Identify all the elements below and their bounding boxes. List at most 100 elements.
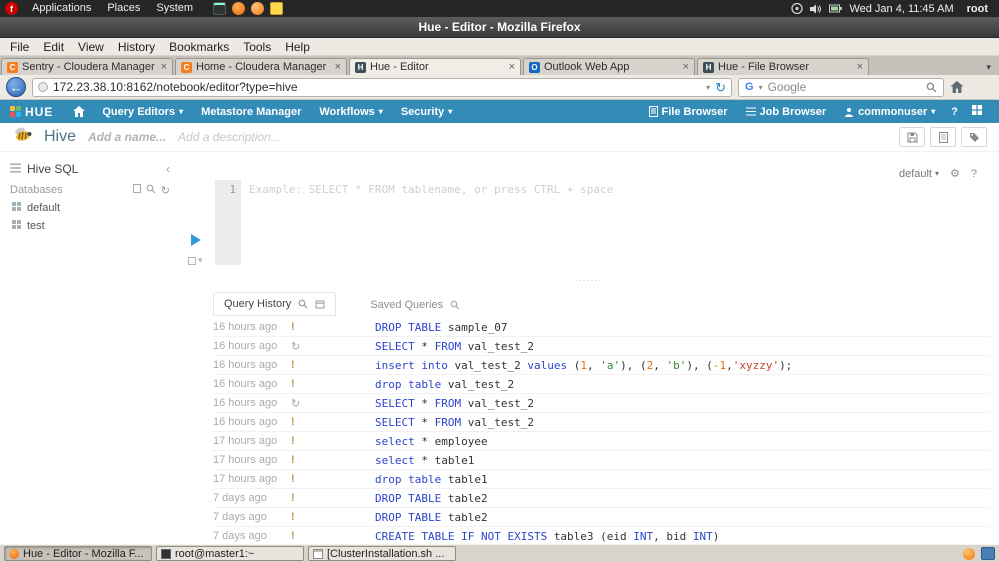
tab-query-history[interactable]: Query History bbox=[213, 292, 336, 316]
history-query[interactable]: DROP TABLE sample_07 bbox=[375, 321, 507, 334]
notification-icon[interactable] bbox=[963, 548, 975, 560]
hue-nav-file-browser[interactable]: File Browser bbox=[640, 106, 737, 118]
menu-edit[interactable]: Edit bbox=[36, 40, 71, 54]
menu-history[interactable]: History bbox=[111, 40, 162, 54]
history-row[interactable]: 16 hours ago↻SELECT * FROM val_test_2 bbox=[213, 394, 990, 413]
history-query[interactable]: DROP TABLE table2 bbox=[375, 492, 488, 505]
history-row[interactable]: 16 hours ago!insert into val_test_2 valu… bbox=[213, 356, 990, 375]
package-launcher-icon[interactable] bbox=[251, 2, 264, 15]
history-query[interactable]: SELECT * FROM val_test_2 bbox=[375, 340, 534, 353]
hue-logo[interactable]: HUE bbox=[10, 105, 53, 119]
history-query[interactable]: SELECT * FROM val_test_2 bbox=[375, 397, 534, 410]
firefox-tab-outlook-web-app[interactable]: OOutlook Web App× bbox=[523, 58, 695, 75]
result-settings-icon[interactable]: ▾ bbox=[188, 255, 203, 266]
tab-close-icon[interactable]: × bbox=[161, 62, 167, 73]
database-item-default[interactable]: default bbox=[10, 200, 170, 216]
hue-nav-metastore-manager[interactable]: Metastore Manager bbox=[192, 106, 310, 118]
history-row[interactable]: 7 days ago!CREATE TABLE IF NOT EXISTS ta… bbox=[213, 527, 990, 544]
history-row[interactable]: 17 hours ago!drop table table1 bbox=[213, 470, 990, 489]
tab-close-icon[interactable]: × bbox=[335, 62, 341, 73]
firefox-tab-home-cloudera-manager[interactable]: CHome - Cloudera Manager× bbox=[175, 58, 347, 75]
help-icon[interactable]: ? bbox=[944, 106, 965, 118]
menu-view[interactable]: View bbox=[71, 40, 111, 54]
reload-icon[interactable]: ↻ bbox=[715, 81, 726, 94]
search-icon[interactable] bbox=[146, 184, 156, 197]
tab-close-icon[interactable]: × bbox=[509, 62, 515, 73]
history-query[interactable]: drop table table1 bbox=[375, 473, 488, 486]
display-icon[interactable] bbox=[791, 3, 803, 14]
taskbar-window-0[interactable]: Hue - Editor - Mozilla F... bbox=[4, 546, 152, 561]
tags-button[interactable] bbox=[961, 127, 987, 147]
url-text[interactable]: 172.23.38.10:8162/notebook/editor?type=h… bbox=[53, 80, 701, 94]
save-button[interactable] bbox=[899, 127, 925, 147]
search-icon[interactable] bbox=[298, 299, 308, 309]
battery-icon[interactable] bbox=[829, 4, 842, 13]
firefox-tab-hue-file-browser[interactable]: HHue - File Browser× bbox=[697, 58, 869, 75]
url-bar[interactable]: 172.23.38.10:8162/notebook/editor?type=h… bbox=[32, 78, 732, 97]
history-row[interactable]: 16 hours ago!drop table val_test_2 bbox=[213, 375, 990, 394]
terminal-launcher-icon[interactable] bbox=[213, 2, 226, 15]
tab-close-icon[interactable]: × bbox=[683, 62, 689, 73]
panel-clock[interactable]: Wed Jan 4, 11:45 AM bbox=[849, 3, 953, 15]
taskbar-window-1[interactable]: root@master1:~ bbox=[156, 546, 304, 561]
back-button[interactable]: ← bbox=[6, 77, 26, 97]
code-input[interactable]: Example: SELECT * FROM tablename, or pre… bbox=[241, 152, 999, 288]
tab-saved-queries[interactable]: Saved Queries bbox=[360, 294, 470, 316]
url-dropdown-icon[interactable]: ▾ bbox=[706, 83, 710, 92]
collapse-sidebar-icon[interactable]: ‹ bbox=[166, 162, 170, 176]
apps-grid-icon[interactable] bbox=[965, 105, 989, 118]
settings-gear-icon[interactable]: ⚙ bbox=[950, 167, 960, 180]
notes-launcher-icon[interactable] bbox=[270, 2, 283, 15]
taskbar-window-2[interactable]: [ClusterInstallation.sh ... bbox=[308, 546, 456, 561]
search-icon[interactable] bbox=[450, 300, 460, 310]
tab-list-icon[interactable]: ▾ bbox=[980, 62, 997, 75]
menu-file[interactable]: File bbox=[3, 40, 36, 54]
history-query[interactable]: select * table1 bbox=[375, 454, 474, 467]
resize-handle[interactable]: ······· bbox=[575, 275, 603, 285]
history-row[interactable]: 16 hours ago↻SELECT * FROM val_test_2 bbox=[213, 337, 990, 356]
query-description-input[interactable]: Add a description... bbox=[178, 130, 281, 144]
hue-home-icon[interactable] bbox=[65, 106, 93, 117]
execute-button[interactable] bbox=[191, 234, 201, 246]
window-titlebar[interactable]: Hue - Editor - Mozilla Firefox bbox=[0, 17, 999, 38]
hue-nav-commonuser[interactable]: commonuser▾ bbox=[835, 106, 944, 118]
history-query[interactable]: SELECT * FROM val_test_2 bbox=[375, 416, 534, 429]
history-query[interactable]: drop table val_test_2 bbox=[375, 378, 514, 391]
desktop-menu-applications[interactable]: Applications bbox=[24, 0, 99, 17]
menu-help[interactable]: Help bbox=[278, 40, 317, 54]
hue-nav-security[interactable]: Security▾ bbox=[392, 106, 461, 118]
history-query[interactable]: select * employee bbox=[375, 435, 488, 448]
database-item-test[interactable]: test bbox=[10, 218, 170, 234]
query-name-input[interactable]: Add a name... bbox=[88, 130, 166, 144]
workspace-switcher-icon[interactable] bbox=[981, 547, 995, 560]
tab-close-icon[interactable]: × bbox=[857, 62, 863, 73]
editor-help-icon[interactable]: ? bbox=[971, 168, 977, 180]
history-query[interactable]: DROP TABLE table2 bbox=[375, 511, 488, 524]
hue-nav-query-editors[interactable]: Query Editors▾ bbox=[93, 106, 192, 118]
distro-menu-icon[interactable]: f bbox=[5, 2, 18, 15]
panel-user[interactable]: root bbox=[961, 3, 994, 15]
menu-bookmarks[interactable]: Bookmarks bbox=[162, 40, 236, 54]
menu-tools[interactable]: Tools bbox=[236, 40, 278, 54]
desktop-menu-places[interactable]: Places bbox=[99, 0, 148, 17]
home-button[interactable] bbox=[950, 81, 964, 93]
firefox-launcher-icon[interactable] bbox=[232, 2, 245, 15]
refresh-icon[interactable]: ↻ bbox=[161, 184, 170, 197]
history-row[interactable]: 16 hours ago!SELECT * FROM val_test_2 bbox=[213, 413, 990, 432]
search-engine-dropdown-icon[interactable]: ▾ bbox=[759, 83, 763, 92]
history-row[interactable]: 17 hours ago!select * table1 bbox=[213, 451, 990, 470]
firefox-tab-hue-editor[interactable]: HHue - Editor× bbox=[349, 58, 521, 75]
desktop-menu-system[interactable]: System bbox=[148, 0, 201, 17]
history-row[interactable]: 17 hours ago!select * employee bbox=[213, 432, 990, 451]
history-row[interactable]: 7 days ago!DROP TABLE table2 bbox=[213, 489, 990, 508]
history-row[interactable]: 7 days ago!DROP TABLE table2 bbox=[213, 508, 990, 527]
new-document-button[interactable] bbox=[930, 127, 956, 147]
manage-databases-icon[interactable] bbox=[133, 184, 141, 196]
hue-nav-job-browser[interactable]: Job Browser bbox=[737, 106, 836, 118]
search-engine-label[interactable]: Google bbox=[768, 80, 921, 94]
search-go-icon[interactable] bbox=[926, 82, 937, 93]
hue-nav-workflows[interactable]: Workflows▾ bbox=[310, 106, 391, 118]
history-query[interactable]: insert into val_test_2 values (1, 'a'), … bbox=[375, 359, 792, 372]
assist-source-title[interactable]: Hive SQL bbox=[27, 162, 78, 176]
calendar-icon[interactable] bbox=[315, 299, 325, 309]
